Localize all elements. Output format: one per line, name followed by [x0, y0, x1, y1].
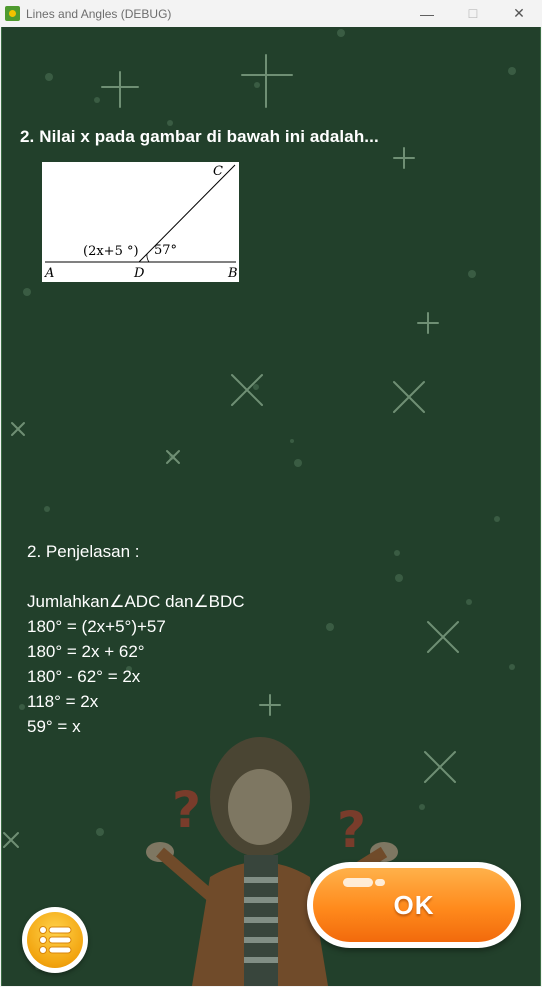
ok-button-gloss [343, 878, 373, 887]
minimize-button[interactable]: — [404, 0, 450, 27]
explanation-line: 59° = x [27, 717, 81, 736]
angle-right-label: 57° [154, 243, 177, 258]
explanation-line: 180° - 62° = 2x [27, 667, 141, 686]
maximize-button[interactable]: ☐ [450, 0, 496, 27]
explanation-line: 180° = 2x + 62° [27, 642, 145, 661]
game-canvas: ? ? 2. Nilai x pada gambar di bawah ini … [1, 27, 541, 986]
explanation-line: 180° = (2x+5°)+57 [27, 617, 166, 636]
ok-button-face[interactable]: OK [313, 868, 515, 942]
window-controls: — ☐ ✕ [404, 0, 542, 27]
svg-text:?: ? [172, 781, 201, 839]
menu-button[interactable] [22, 907, 88, 973]
angle-figure: (2x+5 °) 57° A D B C [42, 162, 239, 282]
title-bar: Lines and Angles (DEBUG) — ☐ ✕ [0, 0, 542, 27]
close-button[interactable]: ✕ [496, 0, 542, 27]
explanation-line: Jumlahkan∠ADC dan∠BDC [27, 592, 245, 611]
point-b-label: B [227, 266, 238, 281]
explanation-panel: 2. Penjelasan : Jumlahkan∠ADC dan∠BDC 18… [27, 539, 245, 739]
app-icon [5, 6, 20, 21]
explanation-spacer [27, 564, 245, 589]
ok-button[interactable]: OK [307, 862, 521, 948]
point-c-label: C [213, 164, 223, 179]
question-text: 2. Nilai x pada gambar di bawah ini adal… [20, 127, 379, 146]
angle-left-label: (2x+5 °) [83, 244, 139, 259]
angle-diagram: (2x+5 °) 57° A D B C [44, 164, 238, 281]
point-d-label: D [133, 266, 145, 281]
explanation-heading: 2. Penjelasan : [27, 542, 140, 561]
ok-button-label: OK [393, 889, 435, 920]
svg-text:?: ? [337, 801, 366, 859]
list-menu-icon [39, 926, 72, 954]
explanation-line: 118° = 2x [27, 692, 99, 711]
menu-button-face[interactable] [27, 912, 83, 968]
window-title: Lines and Angles (DEBUG) [26, 6, 172, 21]
ok-button-gloss-dot [375, 879, 385, 886]
point-a-label: A [44, 266, 54, 281]
